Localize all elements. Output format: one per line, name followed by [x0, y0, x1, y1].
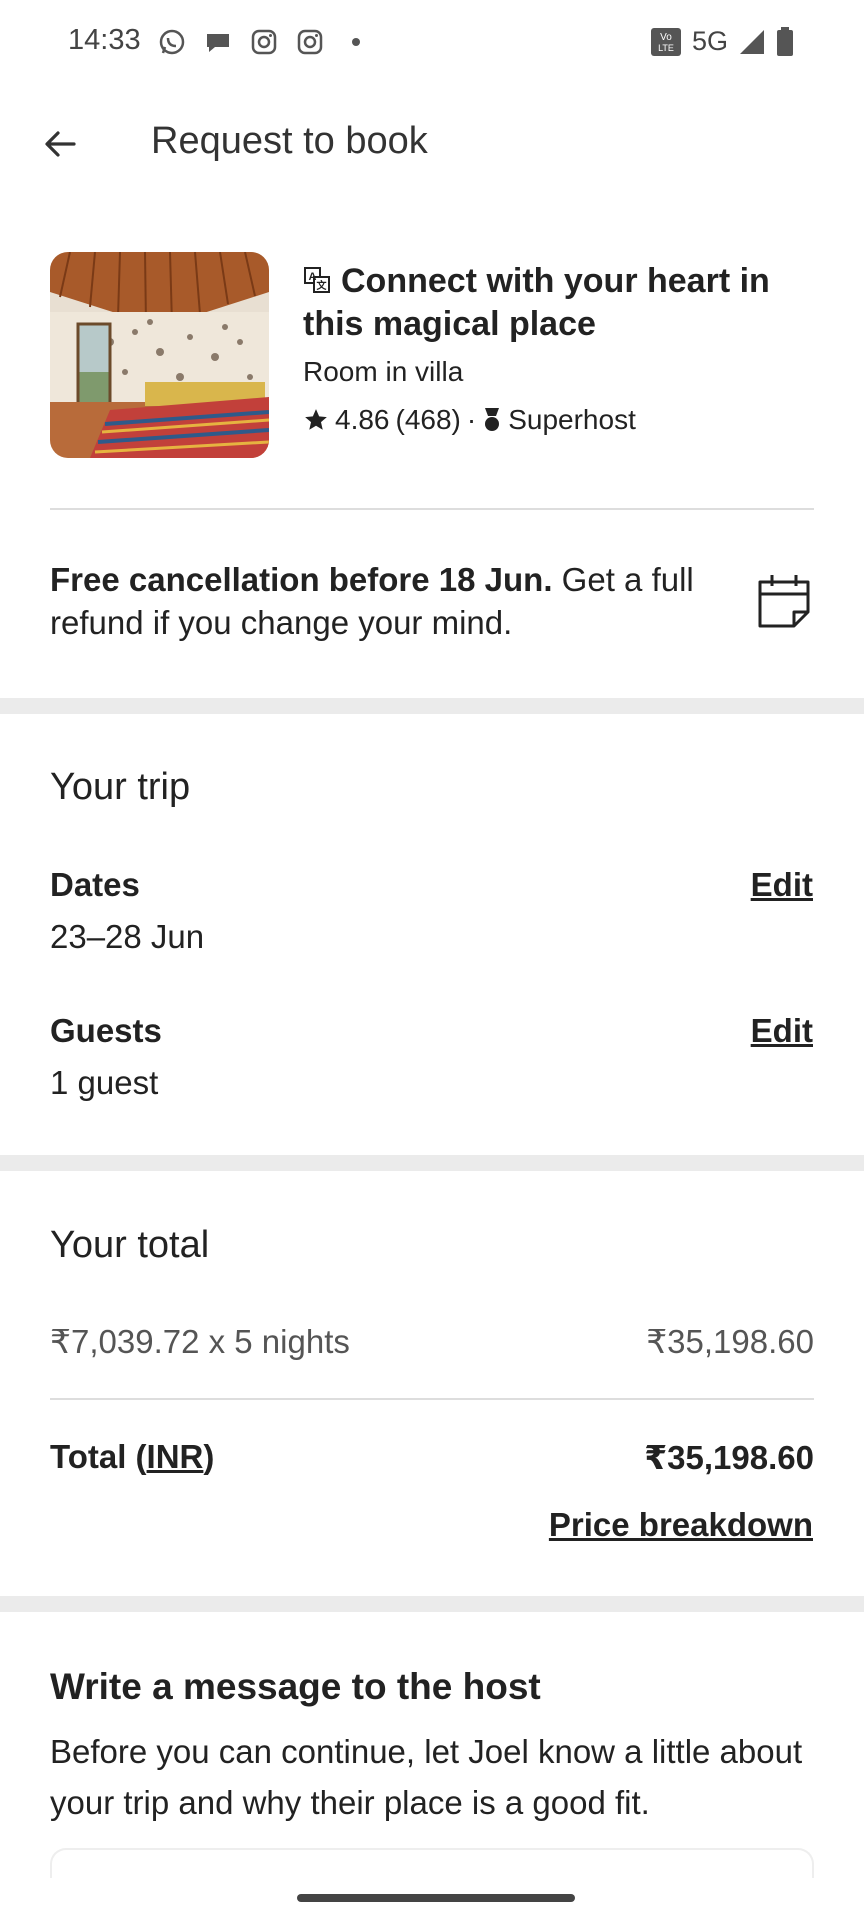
notification-icons: [156, 26, 372, 58]
instagram-icon: [297, 29, 323, 55]
app-bar: Request to book: [0, 96, 864, 192]
edit-dates-button[interactable]: Edit: [751, 866, 813, 904]
home-indicator[interactable]: [297, 1894, 575, 1902]
message-description: Before you can continue, let Joel know a…: [50, 1733, 803, 1821]
total-label: Total (INR): [50, 1438, 215, 1475]
back-button[interactable]: [30, 114, 90, 174]
message-section-title: Write a message to the host: [50, 1666, 541, 1707]
calendar-icon: [758, 575, 810, 628]
page-title: Request to book: [151, 120, 428, 162]
total-row: Total (INR) ₹35,198.60: [50, 1438, 814, 1477]
edit-guests-button[interactable]: Edit: [751, 1012, 813, 1050]
superhost-badge: Superhost: [508, 404, 636, 435]
svg-text:文: 文: [317, 279, 328, 292]
listing-type: Room in villa: [303, 356, 464, 387]
dot-icon: [352, 38, 360, 46]
listing-rating-row: 4.86 (468) · Superhost: [303, 404, 813, 436]
status-bar: 14:33 Vo LTE 5G: [0, 0, 864, 84]
price-breakdown-link[interactable]: Price breakdown: [549, 1506, 813, 1544]
listing-info: A 文 Connect with your heart in this magi…: [303, 260, 813, 436]
listing-title: A 文 Connect with your heart in this magi…: [303, 260, 813, 346]
svg-text:LTE: LTE: [658, 43, 674, 53]
battery-icon: [777, 26, 793, 56]
status-time: 14:33: [68, 24, 141, 56]
dates-value: 23–28 Jun: [50, 918, 205, 955]
whatsapp-icon: [159, 29, 185, 55]
section-divider: [0, 1155, 864, 1171]
chat-icon: [207, 34, 229, 52]
arrow-left-icon: [45, 131, 76, 157]
review-count: (468): [395, 404, 461, 435]
cancellation-headline: Free cancellation before 18 Jun.: [50, 561, 553, 598]
nightly-price-amount: ₹35,198.60: [646, 1323, 814, 1360]
guests-label: Guests: [50, 1012, 162, 1049]
listing-summary: A 文 Connect with your heart in this magi…: [50, 252, 814, 458]
system-icons: Vo LTE 5G: [650, 26, 794, 57]
rating-value: 4.86: [335, 404, 390, 435]
total-amount: ₹35,198.60: [644, 1439, 814, 1476]
currency-link[interactable]: INR: [147, 1438, 204, 1475]
divider: [50, 508, 814, 510]
listing-photo: [50, 252, 269, 458]
meta-separator: ·: [466, 404, 477, 435]
network-type: 5G: [691, 26, 728, 56]
svg-text:A: A: [309, 271, 317, 283]
star-icon: [305, 409, 327, 430]
svg-text:Vo: Vo: [660, 32, 672, 43]
superhost-icon: [485, 408, 500, 431]
listing-title-text: Connect with your heart in this magical …: [303, 262, 770, 343]
translate-icon: A 文: [304, 267, 330, 293]
nightly-price-desc: ₹7,039.72 x 5 nights: [50, 1323, 350, 1360]
message-input[interactable]: [50, 1848, 814, 1878]
dates-label: Dates: [50, 866, 140, 903]
total-section-title: Your total: [50, 1224, 210, 1266]
volte-icon: VoLTE: [650, 27, 681, 56]
section-divider: [0, 1596, 864, 1612]
trip-section-title: Your trip: [50, 766, 191, 808]
section-divider: [0, 698, 864, 714]
cancellation-policy: Free cancellation before 18 Jun. Get a f…: [50, 558, 730, 644]
nightly-price-row: ₹7,039.72 x 5 nights ₹35,198.60: [50, 1322, 814, 1361]
instagram-icon: [251, 29, 277, 55]
signal-icon: [740, 29, 764, 54]
divider: [50, 1398, 814, 1400]
guests-value: 1 guest: [50, 1064, 159, 1101]
